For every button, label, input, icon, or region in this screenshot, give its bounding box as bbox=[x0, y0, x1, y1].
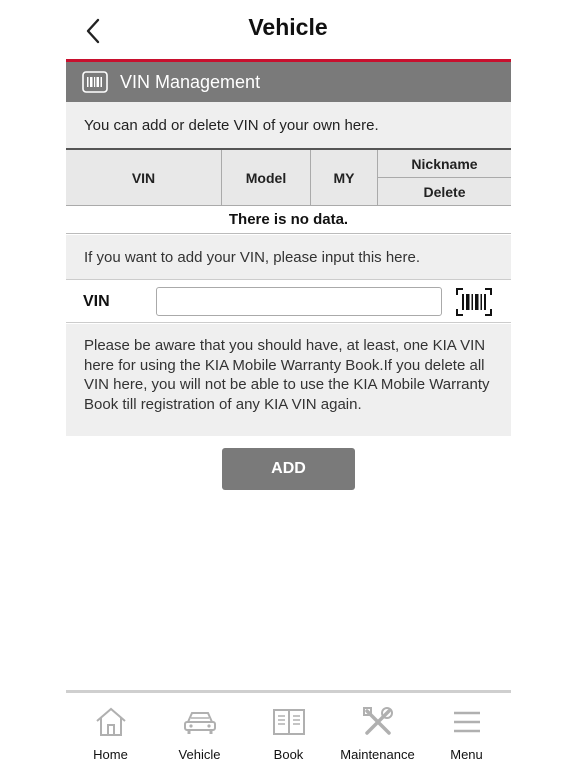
nav-item-home[interactable]: Home bbox=[66, 693, 155, 768]
section-title: VIN Management bbox=[120, 71, 261, 92]
nav-item-vehicle[interactable]: Vehicle bbox=[155, 693, 244, 768]
bottom-nav: Home Vehicle Book Maintenance Menu bbox=[66, 690, 511, 768]
home-icon bbox=[93, 705, 129, 739]
book-icon bbox=[271, 705, 307, 739]
column-header-delete: Delete bbox=[423, 184, 466, 200]
tools-icon bbox=[360, 705, 396, 739]
section-header: VIN Management bbox=[66, 62, 511, 102]
column-header-nickname: Nickname bbox=[378, 150, 511, 178]
nav-item-book[interactable]: Book bbox=[244, 693, 333, 768]
vin-input[interactable] bbox=[156, 287, 442, 316]
barcode-scan-button[interactable] bbox=[455, 287, 493, 317]
column-header-my: MY bbox=[311, 150, 378, 206]
nav-label-maintenance: Maintenance bbox=[340, 747, 415, 762]
add-vin-info: If you want to add your VIN, please inpu… bbox=[66, 235, 511, 280]
info-text: You can add or delete VIN of your own he… bbox=[66, 102, 511, 148]
empty-table-message: There is no data. bbox=[66, 206, 511, 234]
vin-input-row: VIN bbox=[66, 281, 511, 323]
nav-label-vehicle: Vehicle bbox=[178, 747, 221, 762]
hamburger-menu-icon bbox=[449, 705, 485, 739]
page-title: Vehicle bbox=[248, 14, 328, 40]
column-header-model: Model bbox=[222, 150, 311, 206]
nav-item-maintenance[interactable]: Maintenance bbox=[333, 693, 422, 768]
vin-label: VIN bbox=[83, 292, 110, 310]
column-header-vin: VIN bbox=[66, 150, 222, 206]
nav-item-menu[interactable]: Menu bbox=[422, 693, 511, 768]
car-icon bbox=[182, 705, 218, 739]
barcode-scan-icon bbox=[456, 288, 492, 316]
barcode-card-icon bbox=[82, 71, 108, 93]
add-button[interactable]: ADD bbox=[222, 448, 355, 490]
nav-label-book: Book bbox=[273, 747, 304, 762]
vin-table-header: VIN Model MY Nickname Delete bbox=[66, 148, 511, 206]
warning-text: Please be aware that you should have, at… bbox=[66, 324, 511, 436]
nav-label-home: Home bbox=[93, 747, 128, 762]
nav-label-menu: Menu bbox=[450, 747, 483, 762]
app-header: Vehicle bbox=[0, 0, 576, 60]
